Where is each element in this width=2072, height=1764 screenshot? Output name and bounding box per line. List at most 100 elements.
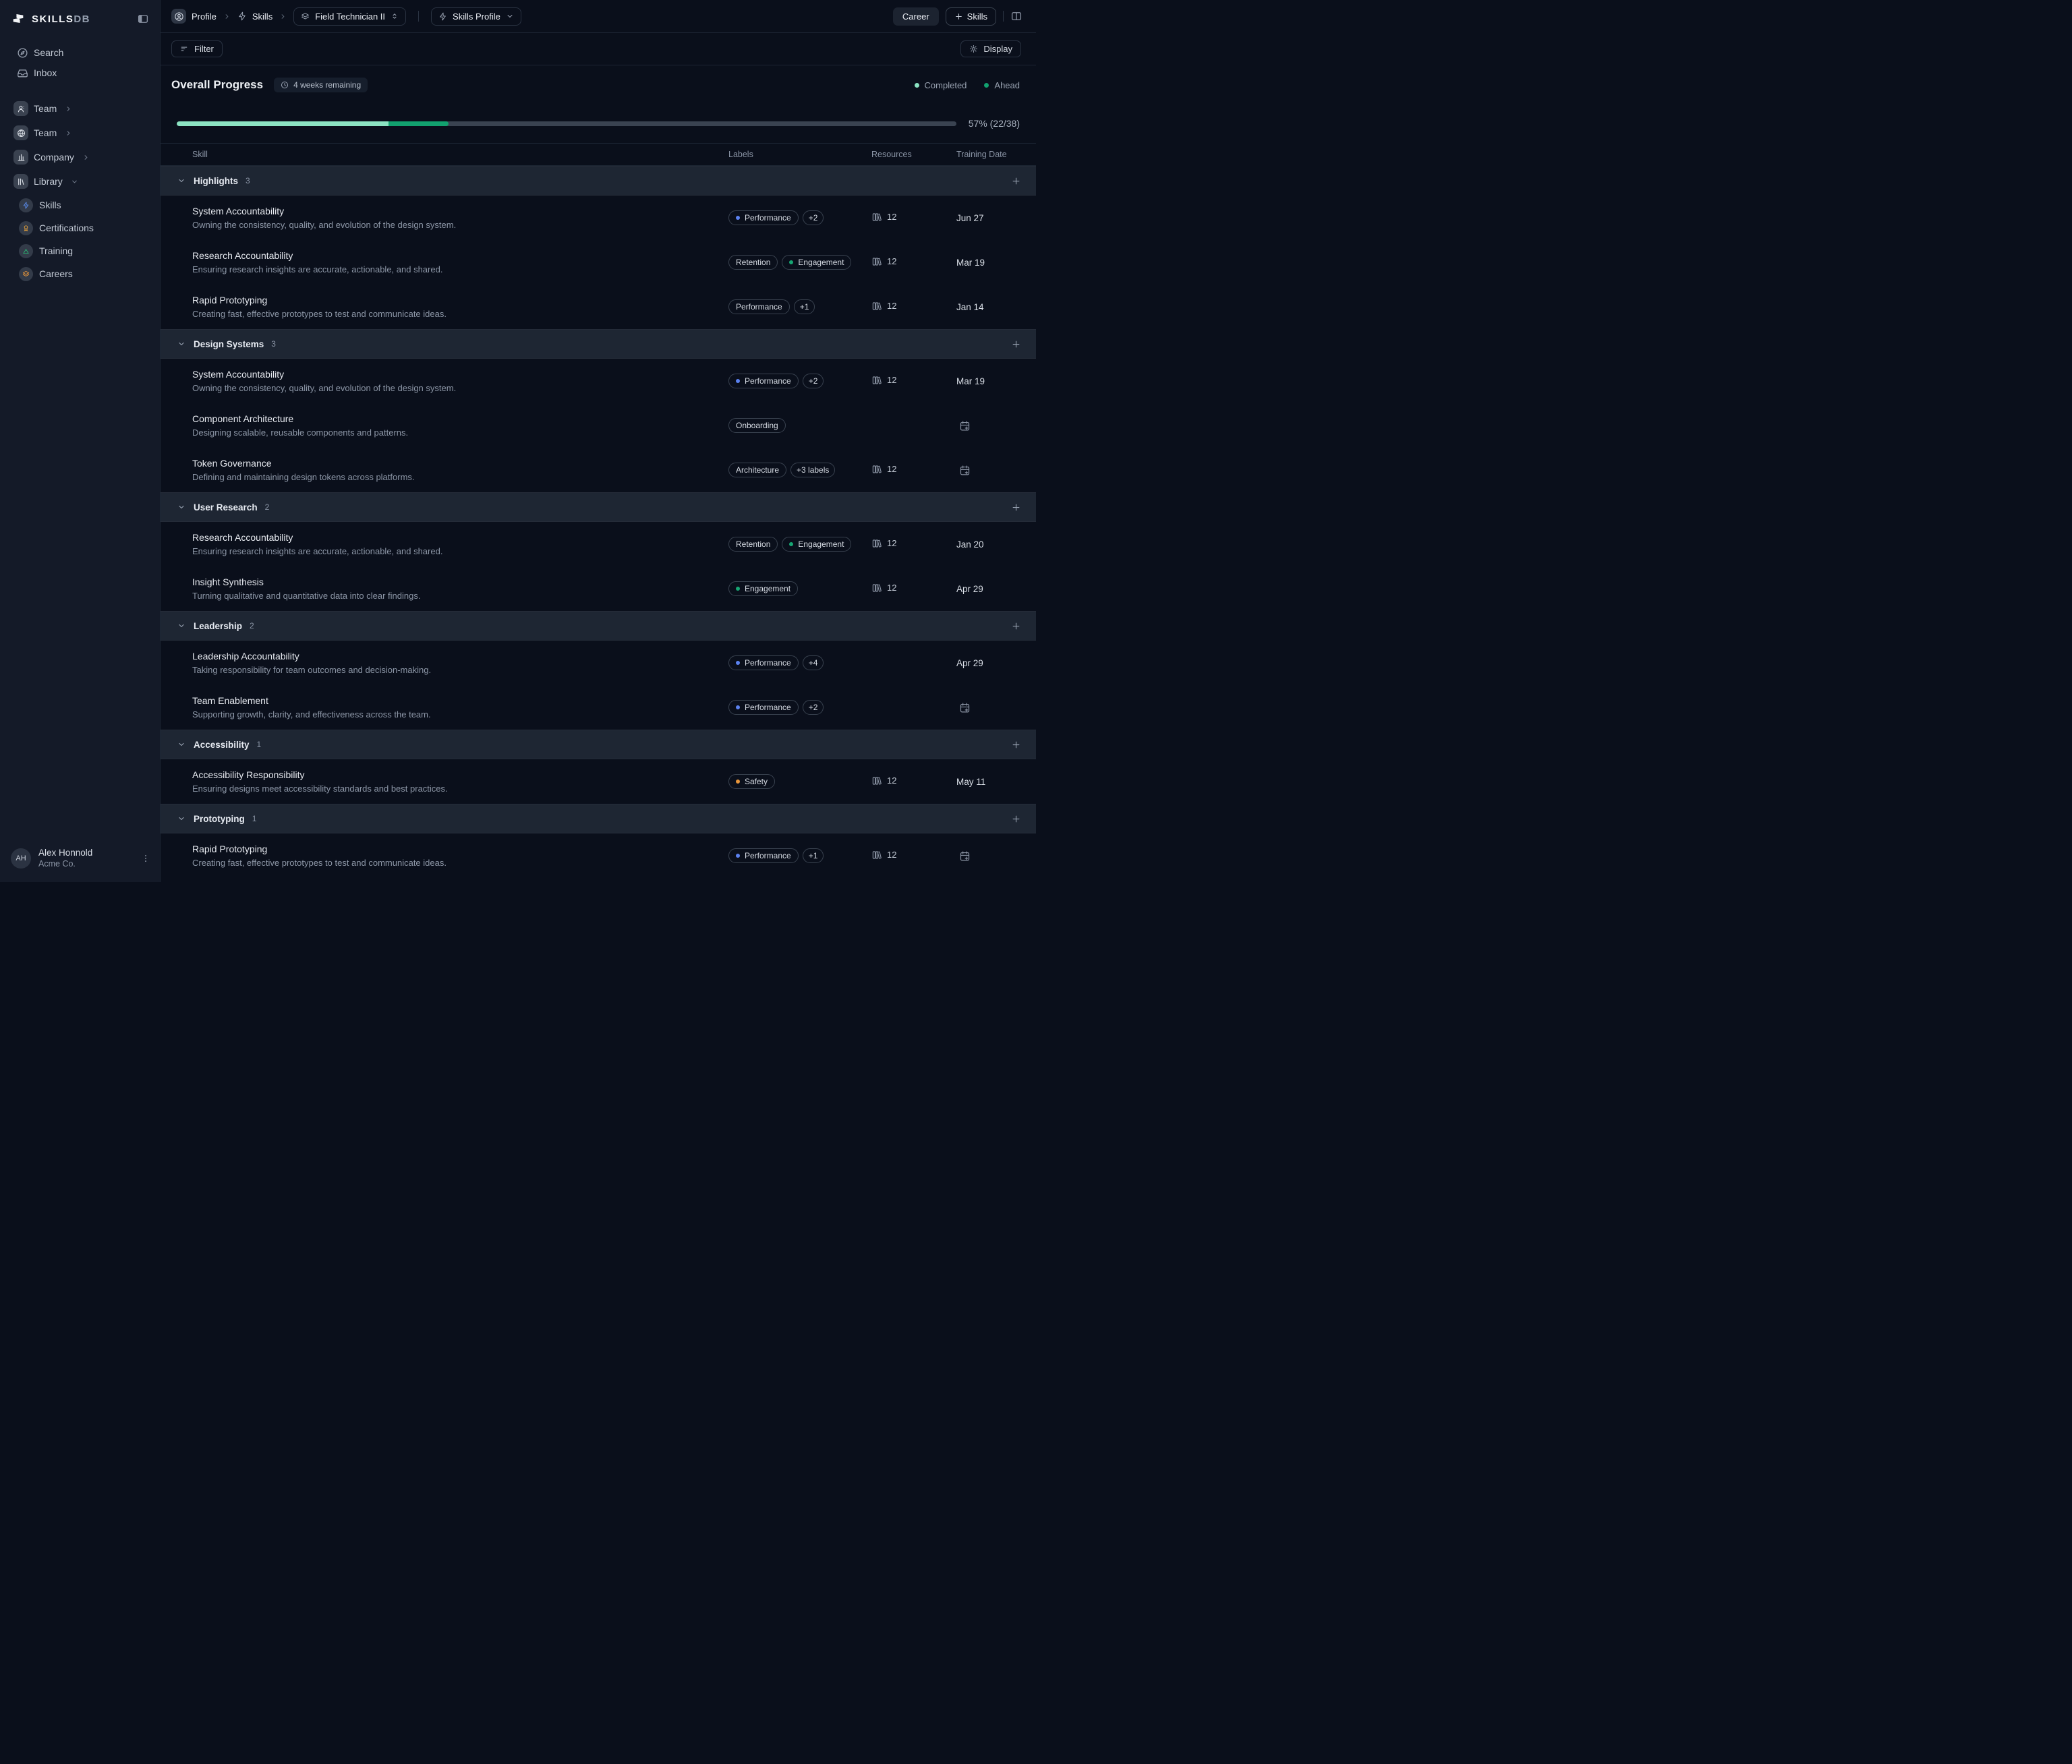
add-training-date-button[interactable] <box>956 702 971 713</box>
library-books-icon <box>871 301 882 312</box>
add-skill-to-section-button[interactable] <box>1011 176 1021 186</box>
chevron-down-icon[interactable] <box>177 622 185 630</box>
role-selector-dropdown[interactable]: Field Technician II <box>293 7 406 26</box>
sidebar-item-team-2[interactable]: Team <box>0 121 160 145</box>
skill-row[interactable]: Research Accountability Ensuring researc… <box>161 522 1036 566</box>
sidebar-item-team-1[interactable]: Team <box>0 96 160 121</box>
label-pill[interactable]: Retention <box>728 537 778 552</box>
training-date-cell: Jun 27 <box>956 213 1023 223</box>
label-pill[interactable]: Engagement <box>728 581 798 596</box>
label-overflow-pill[interactable]: +2 <box>803 210 824 225</box>
sidebar-item-careers[interactable]: Careers <box>0 262 160 285</box>
label-pill[interactable]: Retention <box>728 255 778 270</box>
resources-count[interactable]: 12 <box>871 850 896 860</box>
skill-row[interactable]: Insight Synthesis Turning qualitative an… <box>161 566 1036 611</box>
resources-count[interactable]: 12 <box>871 375 896 386</box>
label-overflow-pill[interactable]: +1 <box>794 299 815 314</box>
display-button[interactable]: Display <box>960 40 1021 57</box>
breadcrumb-skills[interactable]: Skills <box>252 11 272 22</box>
filter-button[interactable]: Filter <box>171 40 223 57</box>
breadcrumb-profile[interactable]: Profile <box>192 11 217 22</box>
sidebar-item-label: Training <box>39 245 73 256</box>
chevron-down-icon[interactable] <box>177 503 185 511</box>
label-pill[interactable]: Engagement <box>782 537 851 552</box>
sidebar-item-skills[interactable]: Skills <box>0 194 160 216</box>
section-header[interactable]: Prototyping 1 <box>161 804 1036 833</box>
section-header[interactable]: Accessibility 1 <box>161 730 1036 759</box>
sidebar-item-label: Company <box>34 152 74 163</box>
chevron-down-icon[interactable] <box>177 815 185 823</box>
chevron-down-icon[interactable] <box>177 177 185 185</box>
skill-section: Highlights 3 System Accountability Ownin… <box>161 166 1036 329</box>
skill-row[interactable]: Component Architecture Designing scalabl… <box>161 403 1036 448</box>
label-pill[interactable]: Safety <box>728 774 775 789</box>
right-panel-toggle-button[interactable] <box>1010 10 1023 22</box>
resources-count[interactable]: 12 <box>871 775 896 786</box>
sidebar-collapse-button[interactable] <box>137 13 149 25</box>
user-footer[interactable]: AH Alex Honnold Acme Co. <box>0 838 160 882</box>
section-header[interactable]: User Research 2 <box>161 492 1036 522</box>
user-meta: Alex Honnold Acme Co. <box>38 848 92 869</box>
label-dot <box>789 260 793 264</box>
skill-row[interactable]: Team Enablement Supporting growth, clari… <box>161 685 1036 730</box>
section-rows: System Accountability Owning the consist… <box>161 359 1036 492</box>
label-pill[interactable]: Performance <box>728 210 799 225</box>
skill-cell: Team Enablement Supporting growth, clari… <box>192 695 728 719</box>
label-pill[interactable]: Performance <box>728 299 790 314</box>
add-skill-to-section-button[interactable] <box>1011 621 1021 631</box>
label-pill[interactable]: Engagement <box>782 255 851 270</box>
label-overflow-pill[interactable]: +3 labels <box>790 463 835 477</box>
resources-count[interactable]: 12 <box>871 538 896 549</box>
skill-row[interactable]: Research Accountability Ensuring researc… <box>161 240 1036 285</box>
add-training-date-button[interactable] <box>956 465 971 476</box>
library-books-icon <box>871 375 882 386</box>
sidebar-item-company[interactable]: Company <box>0 145 160 169</box>
label-pill[interactable]: Performance <box>728 700 799 715</box>
add-training-date-button[interactable] <box>956 850 971 862</box>
skill-row[interactable]: Accessibility Responsibility Ensuring de… <box>161 759 1036 804</box>
chevron-down-icon[interactable] <box>177 340 185 348</box>
add-training-date-button[interactable] <box>956 420 971 432</box>
resources-count[interactable]: 12 <box>871 212 896 223</box>
skill-row[interactable]: Leadership Accountability Taking respons… <box>161 641 1036 685</box>
resources-count[interactable]: 12 <box>871 464 896 475</box>
skill-row[interactable]: Rapid Prototyping Creating fast, effecti… <box>161 285 1036 329</box>
label-pill[interactable]: Performance <box>728 655 799 670</box>
career-button[interactable]: Career <box>893 7 939 26</box>
label-overflow-pill[interactable]: +2 <box>803 700 824 715</box>
add-skill-to-section-button[interactable] <box>1011 814 1021 824</box>
add-skill-to-section-button[interactable] <box>1011 339 1021 349</box>
section-header[interactable]: Design Systems 3 <box>161 329 1036 359</box>
user-menu-button[interactable] <box>141 854 150 863</box>
sidebar-item-inbox[interactable]: Inbox <box>0 63 160 83</box>
label-pill[interactable]: Performance <box>728 374 799 388</box>
label-pill[interactable]: Performance <box>728 848 799 863</box>
divider <box>1003 11 1004 22</box>
sidebar-item-certifications[interactable]: Certifications <box>0 216 160 239</box>
resources-count[interactable]: 12 <box>871 583 896 593</box>
label-overflow-pill[interactable]: +1 <box>803 848 824 863</box>
skill-row[interactable]: Rapid Prototyping Creating fast, effecti… <box>161 833 1036 878</box>
skill-row[interactable]: Token Governance Defining and maintainin… <box>161 448 1036 492</box>
chevron-down-icon[interactable] <box>177 740 185 748</box>
add-skill-to-section-button[interactable] <box>1011 502 1021 512</box>
skill-row[interactable]: System Accountability Owning the consist… <box>161 196 1036 240</box>
add-skill-to-section-button[interactable] <box>1011 740 1021 750</box>
section-header[interactable]: Leadership 2 <box>161 611 1036 641</box>
label-overflow-pill[interactable]: +4 <box>803 655 824 670</box>
skill-name: Research Accountability <box>192 532 728 543</box>
kebab-icon <box>141 854 150 863</box>
skill-row[interactable]: System Accountability Owning the consist… <box>161 359 1036 403</box>
view-selector-dropdown[interactable]: Skills Profile <box>431 7 521 26</box>
resources-count[interactable]: 12 <box>871 256 896 267</box>
sidebar-item-library[interactable]: Library <box>0 169 160 194</box>
section-header[interactable]: Highlights 3 <box>161 166 1036 196</box>
label-overflow-pill[interactable]: +2 <box>803 374 824 388</box>
sidebar-item-search[interactable]: Search <box>0 42 160 63</box>
labels-cell: Retention Engagement <box>728 255 871 270</box>
resources-count[interactable]: 12 <box>871 301 896 312</box>
label-pill[interactable]: Onboarding <box>728 418 786 433</box>
sidebar-item-training[interactable]: Training <box>0 239 160 262</box>
add-skills-button[interactable]: Skills <box>946 7 996 26</box>
label-pill[interactable]: Architecture <box>728 463 786 477</box>
